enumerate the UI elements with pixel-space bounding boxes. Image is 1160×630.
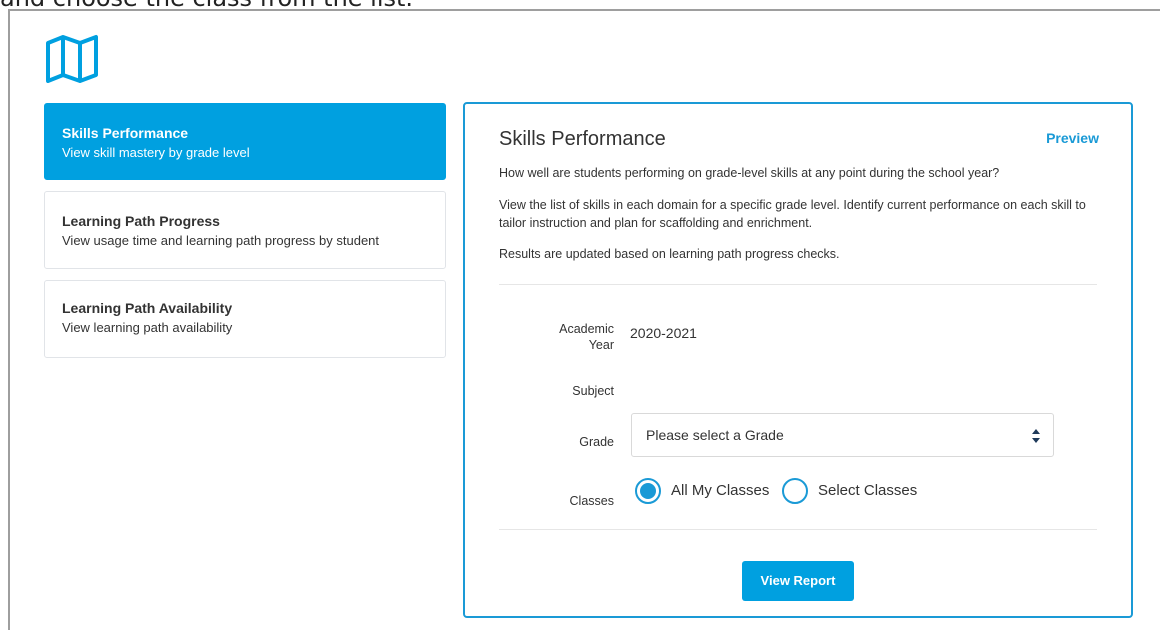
radio-label: Select Classes xyxy=(818,482,918,499)
grade-select[interactable]: Please select a Grade xyxy=(631,413,1054,457)
radio-circle-unchecked xyxy=(782,478,808,504)
report-panel: Skills Performance Preview How well are … xyxy=(463,102,1133,618)
sidebar-item-skills-performance[interactable]: Skills Performance View skill mastery by… xyxy=(44,103,446,180)
panel-description-question: How well are students performing on grad… xyxy=(499,166,1000,180)
classes-label: Classes xyxy=(569,494,614,508)
academic-year-label: Academic Year xyxy=(559,322,614,352)
divider xyxy=(499,529,1097,530)
sidebar-item-learning-path-progress[interactable]: Learning Path Progress View usage time a… xyxy=(44,191,446,269)
academic-year-value: 2020-2021 xyxy=(630,325,697,341)
view-report-button[interactable]: View Report xyxy=(742,561,854,601)
sidebar-item-title: Learning Path Availability xyxy=(62,300,233,316)
divider xyxy=(499,284,1097,285)
grade-label: Grade xyxy=(579,435,614,449)
sort-caret-icon xyxy=(1032,429,1040,443)
sidebar-item-desc: View usage time and learning path progre… xyxy=(62,233,380,248)
panel-description-note: Results are updated based on learning pa… xyxy=(499,247,840,261)
app-frame: Skills Performance View skill mastery by… xyxy=(8,9,1160,630)
panel-description-detail: View the list of skills in each domain f… xyxy=(499,198,1086,230)
radio-circle-checked xyxy=(635,478,661,504)
radio-label: All My Classes xyxy=(671,482,770,499)
preview-link[interactable]: Preview xyxy=(1046,130,1099,146)
map-icon xyxy=(46,35,98,83)
sidebar-item-desc: View skill mastery by grade level xyxy=(62,145,250,160)
sidebar-item-title: Skills Performance xyxy=(62,125,189,141)
panel-title: Skills Performance xyxy=(499,128,666,150)
sidebar-item-learning-path-availability[interactable]: Learning Path Availability View learning… xyxy=(44,280,446,358)
sidebar-item-desc: View learning path availability xyxy=(62,320,233,335)
report-type-sidebar: Skills Performance View skill mastery by… xyxy=(44,103,446,369)
subject-label: Subject xyxy=(572,384,614,398)
sidebar-item-title: Learning Path Progress xyxy=(62,213,220,229)
grade-select-value: Please select a Grade xyxy=(646,427,784,443)
